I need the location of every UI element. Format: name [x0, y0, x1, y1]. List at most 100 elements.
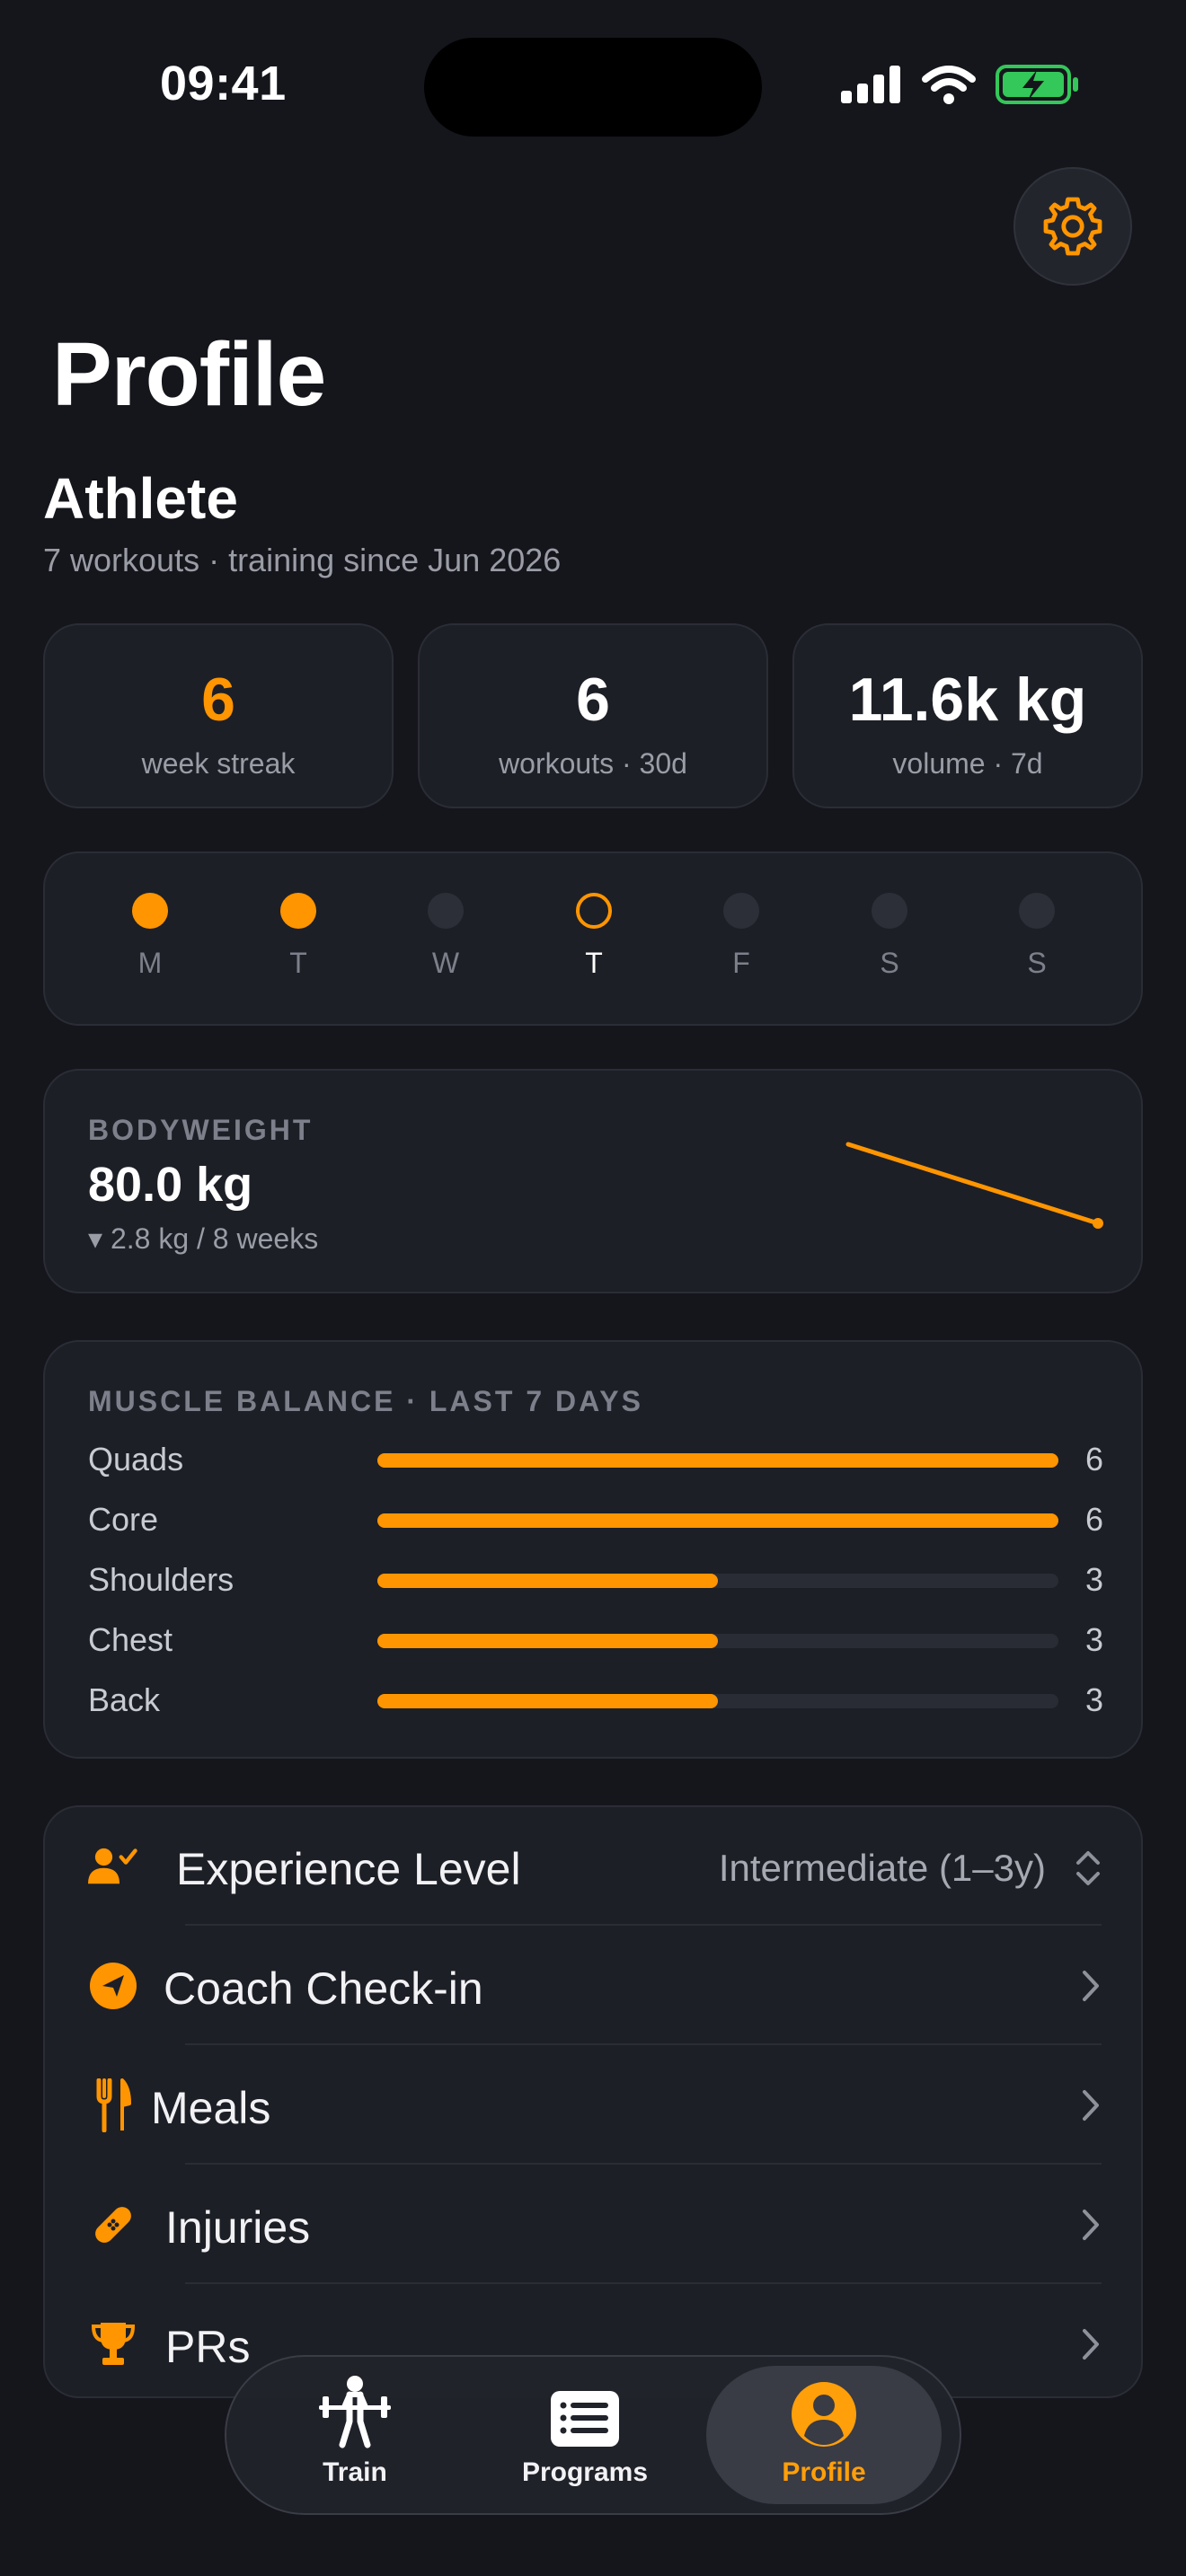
person-circle-icon	[792, 2382, 856, 2447]
muscle-bar-track	[377, 1513, 1058, 1528]
weightlifter-icon	[319, 2376, 391, 2448]
stat-value: 6	[576, 666, 610, 734]
week-tracker: M T W T F S S	[43, 851, 1143, 1026]
day-monday: M	[114, 893, 186, 980]
day-dot	[723, 893, 759, 929]
stat-card-streak: 6 week streak	[43, 623, 394, 808]
stat-label: workouts · 30d	[499, 747, 687, 780]
meals-row[interactable]: Meals	[45, 2046, 1141, 2165]
list-clipboard-icon	[551, 2391, 619, 2447]
muscle-name: Back	[88, 1681, 161, 1718]
profile-name: Athlete	[43, 466, 238, 531]
trophy-icon	[88, 2319, 138, 2369]
stat-label: volume · 7d	[892, 747, 1043, 780]
coach-check-in-label: Coach Check-in	[164, 1963, 483, 2014]
injuries-label: Injuries	[165, 2202, 311, 2253]
day-label: M	[137, 947, 163, 979]
person-check-icon	[88, 1841, 138, 1892]
stat-card-workouts: 6 workouts · 30d	[418, 623, 768, 808]
fork-knife-icon	[88, 2078, 138, 2132]
bodyweight-card[interactable]: BODYWEIGHT 80.0 kg ▾ 2.8 kg / 8 weeks	[43, 1069, 1143, 1293]
muscle-row: Quads 6	[88, 1432, 1103, 1486]
muscle-balance-card: MUSCLE BALANCE · LAST 7 DAYS Quads 6 Cor…	[43, 1340, 1143, 1759]
divider	[185, 2163, 1102, 2165]
muscle-count: 3	[1084, 1681, 1103, 1718]
wifi-icon	[922, 66, 976, 104]
experience-level-value: Intermediate (1–3y)	[718, 1847, 1046, 1889]
bandage-icon	[88, 2200, 138, 2250]
muscle-bar-track	[377, 1453, 1058, 1468]
day-saturday: S	[854, 893, 925, 980]
muscle-row: Back 3	[88, 1672, 1103, 1726]
status-icons	[841, 65, 1080, 104]
tab-programs[interactable]: Programs	[467, 2366, 703, 2504]
battery-charging-icon	[996, 65, 1078, 104]
experience-level-row[interactable]: Experience Level Intermediate (1–3y)	[45, 1807, 1141, 1926]
stat-value: 11.6k kg	[848, 666, 1087, 734]
day-dot-today	[576, 893, 612, 929]
muscle-name: Quads	[88, 1441, 184, 1478]
muscle-bar-fill	[377, 1513, 1058, 1528]
stat-label: week streak	[141, 747, 296, 780]
muscle-bar-fill	[377, 1634, 718, 1648]
tab-train[interactable]: Train	[237, 2366, 473, 2504]
day-label: S	[1027, 947, 1047, 979]
muscle-bar-fill	[377, 1453, 1058, 1468]
chevron-right-icon	[1083, 2090, 1099, 2121]
muscle-bar-track	[377, 1694, 1058, 1708]
day-tuesday: T	[262, 893, 334, 980]
day-label: F	[732, 947, 750, 979]
injuries-row[interactable]: Injuries	[45, 2166, 1141, 2284]
muscle-name: Shoulders	[88, 1561, 235, 1598]
muscle-count: 3	[1084, 1561, 1103, 1598]
bodyweight-value: 80.0 kg	[88, 1158, 253, 1212]
chevron-right-icon	[1083, 2210, 1099, 2240]
settings-list: Experience Level Intermediate (1–3y) Coa…	[43, 1805, 1143, 2398]
stat-card-volume: 11.6k kg volume · 7d	[792, 623, 1143, 808]
muscle-bar-track	[377, 1574, 1058, 1588]
tab-profile[interactable]: Profile	[706, 2366, 942, 2504]
muscle-name: Core	[88, 1501, 159, 1538]
muscle-bar-fill	[377, 1694, 718, 1708]
paper-plane-icon	[88, 1961, 138, 2011]
chevron-right-icon	[1083, 1971, 1099, 2001]
chevron-up-down-icon	[1076, 1851, 1100, 1885]
muscle-bar-fill	[377, 1574, 718, 1588]
day-friday: F	[705, 893, 777, 980]
muscle-balance-title: MUSCLE BALANCE · LAST 7 DAYS	[88, 1385, 643, 1417]
day-label: T	[585, 947, 603, 979]
divider	[185, 2043, 1102, 2045]
muscle-bar-track	[377, 1634, 1058, 1648]
day-label: W	[431, 947, 460, 979]
coach-check-in-row[interactable]: Coach Check-in	[45, 1927, 1141, 2045]
muscle-count: 6	[1084, 1501, 1103, 1538]
page-title: Profile	[52, 324, 326, 425]
stat-value: 6	[201, 666, 235, 734]
muscle-name: Chest	[88, 1621, 173, 1658]
bodyweight-sparkline	[845, 1142, 1103, 1229]
muscle-row: Chest 3	[88, 1612, 1103, 1666]
cellular-signal-icon	[841, 66, 900, 103]
divider	[185, 1924, 1102, 1926]
profile-subtitle: 7 workouts · training since Jun 2026	[43, 542, 562, 578]
day-dot	[280, 893, 316, 929]
settings-button[interactable]	[1013, 167, 1132, 286]
muscle-row: Core 6	[88, 1492, 1103, 1546]
bodyweight-delta: ▾ 2.8 kg / 8 weeks	[88, 1222, 319, 1255]
day-wednesday: W	[410, 893, 482, 980]
tab-train-label: Train	[323, 2457, 387, 2487]
bodyweight-title: BODYWEIGHT	[88, 1114, 314, 1146]
gear-icon	[1043, 197, 1102, 256]
chevron-right-icon	[1083, 2329, 1099, 2360]
experience-level-label: Experience Level	[176, 1844, 521, 1894]
day-label: T	[289, 947, 307, 979]
muscle-count: 6	[1084, 1441, 1103, 1478]
day-dot	[132, 893, 168, 929]
day-thursday: T	[558, 893, 630, 980]
day-dot	[1019, 893, 1055, 929]
day-dot	[872, 893, 907, 929]
day-label: S	[880, 947, 899, 979]
tab-bar: Train Programs Profile	[225, 2355, 961, 2515]
meals-label: Meals	[151, 2083, 271, 2133]
muscle-row: Shoulders 3	[88, 1552, 1103, 1606]
